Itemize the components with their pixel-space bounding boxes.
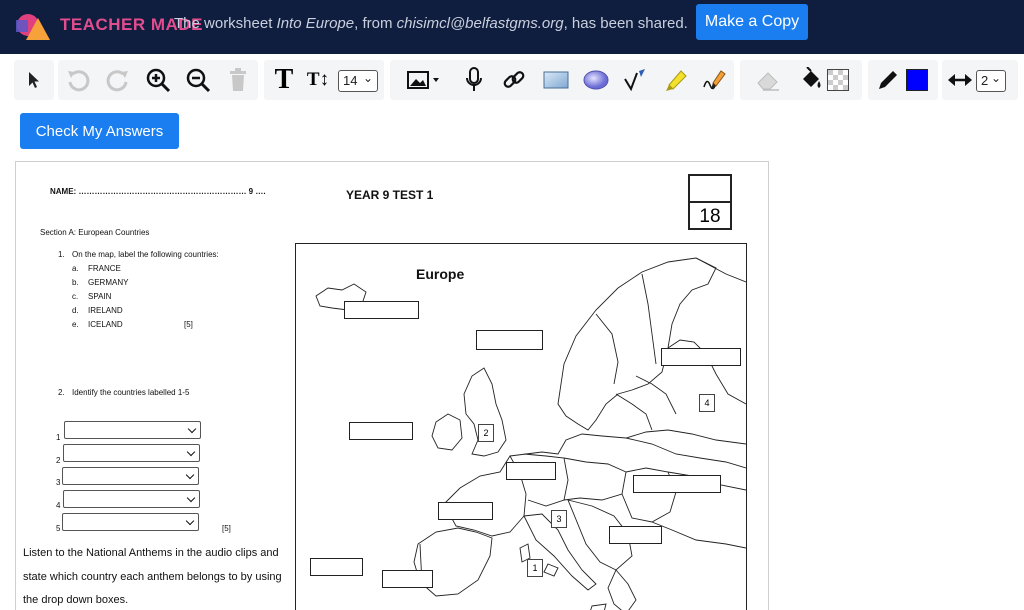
author-email: chisimcl@belfastgms.org <box>396 15 564 32</box>
transparent-swatch-icon <box>827 69 849 91</box>
insert-link-button[interactable] <box>494 60 534 100</box>
worksheet-name: Into Europe <box>276 15 355 32</box>
q1-item: ICELAND <box>88 320 123 329</box>
label-box-spain[interactable] <box>382 570 433 588</box>
q1-item: GERMANY <box>88 278 129 287</box>
rectangle-tool[interactable] <box>536 60 576 100</box>
text-tool-icon: T <box>274 64 294 95</box>
text-tool[interactable]: T <box>264 60 304 100</box>
pen-color-swatch[interactable] <box>902 60 932 100</box>
name-line: NAME: ……………………………………………………… 9 …. <box>50 187 266 196</box>
anthem-instructions-2: state which country each anthem belongs … <box>23 571 282 583</box>
insert-image-button[interactable] <box>398 60 450 100</box>
label-box-france[interactable] <box>438 502 493 520</box>
redo-icon <box>106 70 128 92</box>
label-box-scandinavia[interactable] <box>661 348 741 366</box>
text-size-icon: T↕ <box>306 69 330 90</box>
q1-item: IRELAND <box>88 306 123 315</box>
country-dropdown-4[interactable] <box>63 490 200 508</box>
select-tool[interactable] <box>14 60 54 100</box>
country-dropdown-3[interactable] <box>62 467 199 485</box>
label-box-atlantic[interactable] <box>310 558 363 576</box>
label-box-balkans[interactable] <box>609 526 662 544</box>
map-marker-4: 4 <box>699 394 715 412</box>
pen-color-chip <box>906 69 928 91</box>
section-heading: Section A: European Countries <box>40 228 150 237</box>
trash-icon <box>230 68 246 91</box>
country-dropdown-2[interactable] <box>63 444 200 462</box>
country-dropdown-5[interactable] <box>62 513 199 531</box>
highlighter-icon <box>666 70 687 91</box>
zoom-in-icon <box>146 68 171 93</box>
score-box: 18 <box>688 174 732 230</box>
pencil-scribble-icon <box>703 70 726 90</box>
font-size-select[interactable]: 14 <box>338 68 378 92</box>
map-marker-2: 2 <box>478 424 494 442</box>
fill-color-swatch[interactable] <box>822 60 854 100</box>
tick-pen-icon <box>624 69 645 92</box>
country-dropdown-1[interactable] <box>64 421 201 439</box>
delete-button[interactable] <box>218 60 258 100</box>
pencil-tool[interactable] <box>694 60 734 100</box>
europe-map: Europe 4 2 3 1 <box>295 243 747 610</box>
q1-text: On the map, label the following countrie… <box>72 250 219 259</box>
microphone-icon <box>466 67 482 91</box>
anthem-instructions-1: Listen to the National Anthems in the au… <box>23 547 279 559</box>
test-title: YEAR 9 TEST 1 <box>346 188 434 202</box>
record-audio-button[interactable] <box>454 60 494 100</box>
q2-number: 2. <box>58 388 65 397</box>
image-icon <box>407 71 439 89</box>
label-box-germany[interactable] <box>506 462 556 480</box>
q1-number: 1. <box>58 250 65 259</box>
line-width-tool[interactable] <box>942 60 978 100</box>
check-mark-tool[interactable] <box>616 60 656 100</box>
check-my-answers-button[interactable]: Check My Answers <box>20 113 179 149</box>
link-icon <box>503 71 525 88</box>
ellipse-icon <box>583 70 609 90</box>
q1-marks: [5] <box>184 320 193 329</box>
eraser-icon <box>757 72 779 91</box>
label-box-east[interactable] <box>633 475 721 493</box>
undo-icon <box>68 70 90 92</box>
zoom-out-button[interactable] <box>178 60 218 100</box>
label-box-ireland[interactable] <box>349 422 413 440</box>
rectangle-icon <box>543 71 569 89</box>
undo-button[interactable] <box>58 60 98 100</box>
toolbar: T T↕ 14 ⌄ 2 ⌄ <box>14 60 1018 100</box>
ellipse-tool[interactable] <box>576 60 616 100</box>
score-total: 18 <box>699 206 721 227</box>
zoom-out-icon <box>186 68 211 93</box>
anthem-instructions-3: the drop down boxes. <box>23 594 129 606</box>
label-box-north-sea[interactable] <box>476 330 543 350</box>
double-arrow-icon <box>948 74 972 86</box>
q1-item: SPAIN <box>88 292 112 301</box>
eraser-tool[interactable] <box>748 60 788 100</box>
label-box-iceland[interactable] <box>344 301 419 319</box>
map-title: Europe <box>416 266 465 282</box>
cursor-arrow-icon <box>29 72 39 88</box>
q1-item: FRANCE <box>88 264 121 273</box>
line-width-select[interactable]: 2 <box>976 68 1006 92</box>
pen-icon <box>879 71 897 89</box>
worksheet-page: NAME: ……………………………………………………… 9 …. YEAR 9 … <box>15 161 769 610</box>
logo-icon <box>16 14 50 40</box>
redo-button[interactable] <box>98 60 138 100</box>
top-banner: TEACHER MADE The worksheet Into Europe, … <box>0 0 1024 54</box>
text-size-tool[interactable]: T↕ <box>300 60 336 100</box>
map-marker-1: 1 <box>527 559 543 577</box>
q2-marks: [5] <box>222 524 231 533</box>
make-a-copy-button[interactable]: Make a Copy <box>696 4 808 40</box>
zoom-in-button[interactable] <box>138 60 178 100</box>
q2-text: Identify the countries labelled 1-5 <box>72 388 190 397</box>
shared-message: The worksheet Into Europe, from chisimcl… <box>174 15 688 32</box>
highlighter-tool[interactable] <box>656 60 696 100</box>
map-marker-3: 3 <box>551 510 567 528</box>
